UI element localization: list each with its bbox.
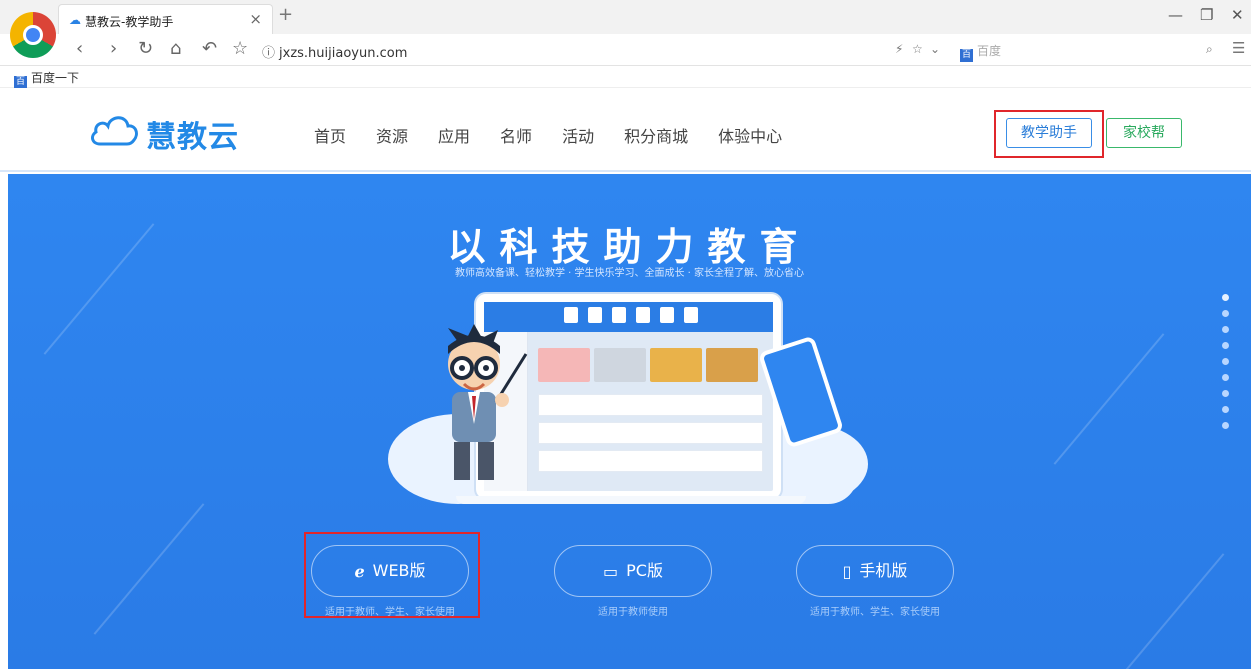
undo-icon[interactable]: ↶ bbox=[202, 38, 217, 59]
browser-logo-icon bbox=[10, 12, 56, 58]
new-tab-button[interactable]: + bbox=[278, 4, 293, 25]
url-text: jxzs.huijiaoyun.com bbox=[279, 46, 408, 61]
browser-tab[interactable]: ☁ 慧教云-教学助手 × bbox=[58, 4, 273, 34]
site-favicon-icon: ☁ bbox=[69, 13, 81, 27]
pc-version-caption: 适用于教师使用 bbox=[598, 607, 668, 618]
carousel-dot[interactable] bbox=[1222, 422, 1229, 429]
search-placeholder: 百度 bbox=[977, 44, 1002, 58]
hero-subslogan: 教师高效备课、轻松教学 · 学生快乐学习、全面成长 · 家长全程了解、放心省心 bbox=[454, 268, 805, 279]
home-icon[interactable]: ⌂ bbox=[170, 38, 181, 59]
search-icon[interactable]: ⌕ bbox=[1206, 42, 1213, 57]
nav-apps[interactable]: 应用 bbox=[438, 123, 470, 147]
nav-activities[interactable]: 活动 bbox=[562, 123, 594, 147]
carousel-dot[interactable] bbox=[1222, 390, 1229, 397]
carousel-dots bbox=[1222, 294, 1229, 438]
mobile-version-label: 手机版 bbox=[859, 561, 908, 580]
phone-icon: ▯ bbox=[842, 562, 852, 581]
bookmarks-bar: 百百度一下 bbox=[0, 66, 1251, 89]
bookmark-label: 百度一下 bbox=[31, 71, 80, 85]
restore-button[interactable]: ❐ bbox=[1200, 6, 1213, 24]
carousel-dot[interactable] bbox=[1222, 406, 1229, 413]
home-school-button[interactable]: 家校帮 bbox=[1106, 118, 1182, 148]
teacher-character-image bbox=[448, 324, 528, 480]
nav-teachers[interactable]: 名师 bbox=[500, 123, 532, 147]
carousel-dot[interactable] bbox=[1222, 326, 1229, 333]
hero-slogan: 以科技助力教育 bbox=[447, 225, 812, 269]
cloud-logo-icon bbox=[91, 116, 138, 146]
dropdown-chevron-icon[interactable]: ⌄ bbox=[930, 42, 940, 56]
monitor-icon: ▭ bbox=[603, 562, 619, 581]
highlight-box-web bbox=[304, 532, 480, 618]
address-bar-row: ‹ › ↻ ⌂ ↶ ☆ ⓘ jxzs.huijiaoyun.com ⚡ ☆ ⌄ 百… bbox=[0, 34, 1251, 66]
minimize-button[interactable]: — bbox=[1168, 6, 1183, 24]
tab-title: 慧教云-教学助手 bbox=[85, 15, 174, 29]
site-info-icon[interactable]: ⓘ bbox=[262, 46, 275, 61]
carousel-dot[interactable] bbox=[1222, 342, 1229, 349]
bookmark-star-icon[interactable]: ☆ bbox=[232, 38, 248, 59]
nav-home[interactable]: 首页 bbox=[314, 123, 346, 147]
forward-icon[interactable]: › bbox=[110, 38, 117, 59]
close-window-button[interactable]: ✕ bbox=[1231, 6, 1244, 24]
main-nav: 首页 资源 应用 名师 活动 积分商城 体验中心 bbox=[314, 123, 812, 147]
nav-resources[interactable]: 资源 bbox=[376, 123, 408, 147]
bookmark-baidu[interactable]: 百百度一下 bbox=[14, 69, 79, 89]
tab-close-icon[interactable]: × bbox=[249, 10, 262, 28]
tab-strip: ☁ 慧教云-教学助手 × + — ❐ ✕ bbox=[0, 0, 1251, 58]
url-field[interactable]: ⓘ jxzs.huijiaoyun.com bbox=[262, 42, 407, 61]
carousel-dot[interactable] bbox=[1222, 294, 1229, 301]
carousel-dot[interactable] bbox=[1222, 310, 1229, 317]
browser-window: ☁ 慧教云-教学助手 × + — ❐ ✕ ‹ › ↻ ⌂ ↶ ☆ ⓘ jxzs.h… bbox=[0, 0, 1251, 669]
hero-banner: 以科技助力教育 教师高效备课、轻松教学 · 学生快乐学习、全面成长 · 家长全程… bbox=[8, 174, 1251, 669]
brand-name: 慧教云 bbox=[146, 120, 239, 155]
pc-version-label: PC版 bbox=[626, 561, 663, 580]
highlight-box-teacher bbox=[994, 110, 1104, 158]
mobile-version-button[interactable]: ▯ 手机版 bbox=[796, 545, 954, 597]
pc-version-button[interactable]: ▭ PC版 bbox=[554, 545, 712, 597]
carousel-dot[interactable] bbox=[1222, 358, 1229, 365]
paw-icon: 百 bbox=[960, 49, 973, 62]
mobile-version-caption: 适用于教师、学生、家长使用 bbox=[810, 607, 940, 618]
nav-points-mall[interactable]: 积分商城 bbox=[624, 123, 688, 147]
menu-icon[interactable]: ☰ bbox=[1232, 39, 1245, 57]
search-input[interactable]: 百百度 bbox=[960, 42, 1001, 62]
carousel-dot[interactable] bbox=[1222, 374, 1229, 381]
laptop-base bbox=[456, 496, 806, 504]
back-icon[interactable]: ‹ bbox=[76, 38, 83, 59]
nav-experience-center[interactable]: 体验中心 bbox=[718, 123, 782, 147]
favorite-star-icon[interactable]: ☆ bbox=[912, 42, 923, 56]
lightning-icon[interactable]: ⚡ bbox=[895, 42, 903, 56]
reload-icon[interactable]: ↻ bbox=[138, 38, 153, 59]
